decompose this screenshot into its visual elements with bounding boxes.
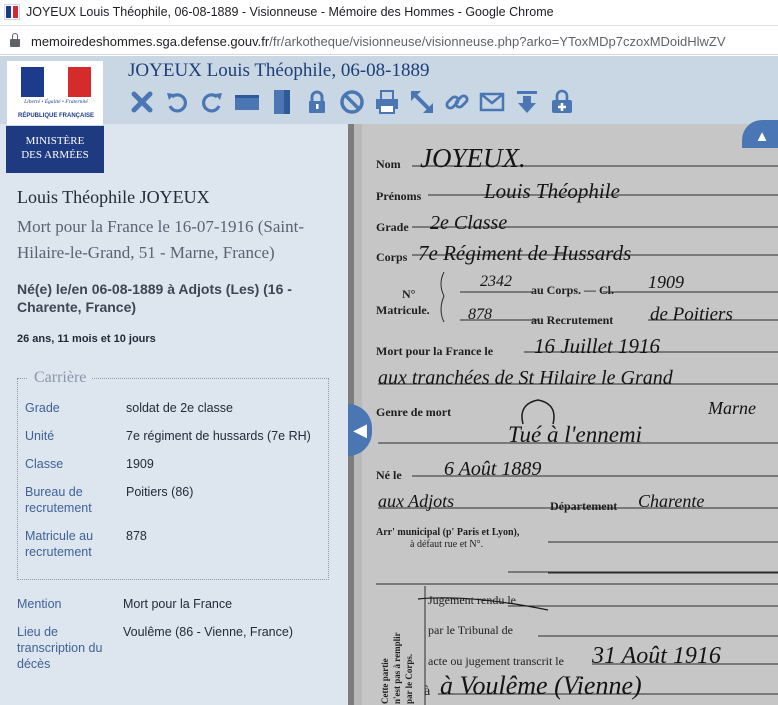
doc-departement: Charente xyxy=(638,491,704,511)
doc-recrutement-number: 878 xyxy=(468,306,492,323)
arrow-up-icon: ▲ xyxy=(754,128,770,145)
career-value: 878 xyxy=(126,529,147,543)
career-value: 1909 xyxy=(126,457,154,471)
page-title: JOYEUX Louis Théophile, 06-08-1889 xyxy=(128,60,430,81)
death-info: Mort pour la France le 16-07-1916 (Saint… xyxy=(17,217,305,262)
browser-titlebar: JOYEUX Louis Théophile, 06-08-1889 - Vis… xyxy=(0,0,778,26)
doc-corps-label: Corps xyxy=(376,250,408,264)
lock-icon[interactable] xyxy=(302,88,332,116)
age-at-death: 26 ans, 11 mois et 10 jours xyxy=(17,333,156,345)
link-icon[interactable] xyxy=(442,88,472,116)
doc-ne-label: Né le xyxy=(376,468,402,482)
career-legend: Carrière xyxy=(28,369,93,387)
print-icon[interactable] xyxy=(372,88,402,116)
doc-ne-lieu: aux Adjots xyxy=(378,491,454,511)
doc-classe: 1909 xyxy=(648,272,684,292)
document-viewer[interactable]: Nom Prénoms Grade Corps N° Matricule. au… xyxy=(348,124,778,705)
doc-genre-label: Genre de mort xyxy=(376,405,451,419)
transcription-value: Voulême (86 - Vienne, France) xyxy=(123,625,294,639)
ministry-line-2: DES ARMÉES xyxy=(21,149,89,161)
close-icon[interactable] xyxy=(127,88,157,116)
svg-text:à: à xyxy=(424,684,431,699)
doc-genre: Tué à l'ennemi xyxy=(508,422,642,447)
doc-prenoms-label: Prénoms xyxy=(376,189,422,203)
viewer-toolbar xyxy=(127,88,577,116)
career-value: soldat de 2e classe xyxy=(126,401,234,415)
arrow-left-icon: ◀ xyxy=(353,420,367,440)
career-fieldset: Carrière Grade soldat de 2e classe Unité… xyxy=(17,369,329,580)
doc-grade-label: Grade xyxy=(376,220,409,234)
doc-matricule-label: Matricule. xyxy=(376,303,430,317)
doc-au-corps-label: au Corps. — Cl. xyxy=(531,283,614,297)
doc-mort-date: 16 Juillet 1916 xyxy=(534,334,660,358)
doc-recrutement-place: de Poitiers xyxy=(650,304,733,325)
doc-tribunal-label: par le Tribunal de xyxy=(428,623,513,637)
doc-side-label-2: n'est pas à remplir xyxy=(392,632,402,704)
career-label: Grade xyxy=(25,401,60,415)
career-value: Poitiers (86) xyxy=(126,485,194,499)
doc-mort-label: Mort pour la France le xyxy=(376,344,494,358)
doc-nom: JOYEUX. xyxy=(420,143,526,173)
forbidden-icon[interactable] xyxy=(337,88,367,116)
doc-side-label-1: Cette partie xyxy=(380,658,390,704)
transcription-label: Lieu de transcription du décès xyxy=(17,625,103,671)
address-bar[interactable]: memoiredeshommes.sga.defense.gouv.fr/fr/… xyxy=(0,27,778,55)
republic-motto: Liberté • Égalité • Fraternité xyxy=(24,99,88,105)
marianne-icon xyxy=(21,67,91,97)
doc-corps: 7e Régiment de Hussards xyxy=(418,241,631,265)
career-value: 7e régiment de hussards (7e RH) xyxy=(126,429,311,443)
doc-corps-number: 2342 xyxy=(480,273,512,290)
career-label: Unité xyxy=(25,429,55,443)
fit-width-icon[interactable] xyxy=(232,88,262,116)
person-name: Louis Théophile JOYEUX xyxy=(17,187,210,207)
doc-jugement-label: Jugement rendu le xyxy=(428,593,516,607)
add-basket-icon[interactable] xyxy=(547,88,577,116)
fullscreen-icon[interactable] xyxy=(407,88,437,116)
fit-height-icon[interactable] xyxy=(267,88,297,116)
career-label: Classe xyxy=(25,457,64,471)
ministry-logo[interactable]: Liberté • Égalité • Fraternité RÉPUBLIQU… xyxy=(6,60,104,173)
doc-arr-label: Arr' municipal (p' Paris et Lyon), xyxy=(376,527,520,538)
rotate-left-icon[interactable] xyxy=(162,88,192,116)
doc-acte-date: 31 Août 1916 xyxy=(591,643,721,669)
mail-icon[interactable] xyxy=(477,88,507,116)
url-path: /fr/arkotheque/visionneuse/visionneuse.p… xyxy=(269,34,726,49)
lock-icon[interactable] xyxy=(10,33,20,47)
document-scan: Nom Prénoms Grade Corps N° Matricule. au… xyxy=(348,124,778,705)
doc-nom-label: Nom xyxy=(376,157,401,171)
url-text[interactable]: memoiredeshommes.sga.defense.gouv.fr/fr/… xyxy=(31,34,726,49)
birth-info: Né(e) le/en 06-08-1889 à Adjots (Les) (1… xyxy=(17,281,292,315)
career-label: Matricule au recrutement xyxy=(25,529,94,559)
doc-marne: Marne xyxy=(707,398,756,418)
doc-mort-lieu: aux tranchées de St Hilaire le Grand xyxy=(378,367,674,389)
doc-grade: 2e Classe xyxy=(430,212,507,234)
ministry-line-1: MINISTÈRE xyxy=(25,135,85,147)
favicon-icon xyxy=(4,4,20,20)
doc-departement-label: Département xyxy=(550,499,617,513)
download-icon[interactable] xyxy=(512,88,542,116)
career-label: Bureau de recrutement xyxy=(25,485,92,515)
republic-block: Liberté • Égalité • Fraternité RÉPUBLIQU… xyxy=(6,60,104,126)
doc-prenoms: Louis Théophile xyxy=(483,179,620,203)
doc-acte-label: acte ou jugement transcrit le xyxy=(428,654,564,668)
doc-ne-date: 6 Août 1889 xyxy=(444,458,541,480)
doc-side-label-3: par le Corps. xyxy=(404,654,414,704)
doc-no-label: N° xyxy=(402,287,416,301)
rotate-right-icon[interactable] xyxy=(197,88,227,116)
ministry-name: MINISTÈRE DES ARMÉES xyxy=(6,134,104,162)
doc-au-recrutement-label: au Recrutement xyxy=(531,313,613,327)
mention-label: Mention xyxy=(17,597,62,611)
doc-acte-lieu: à Voulême (Vienne) xyxy=(440,671,642,700)
window-title: JOYEUX Louis Théophile, 06-08-1889 - Vis… xyxy=(26,5,554,19)
url-domain: memoiredeshommes.sga.defense.gouv.fr xyxy=(31,34,270,49)
doc-arr-label-2: à défaut rue et N°. xyxy=(410,539,483,550)
republic-name: RÉPUBLIQUE FRANÇAISE xyxy=(17,113,94,119)
mention-value: Mort pour la France xyxy=(123,597,233,611)
